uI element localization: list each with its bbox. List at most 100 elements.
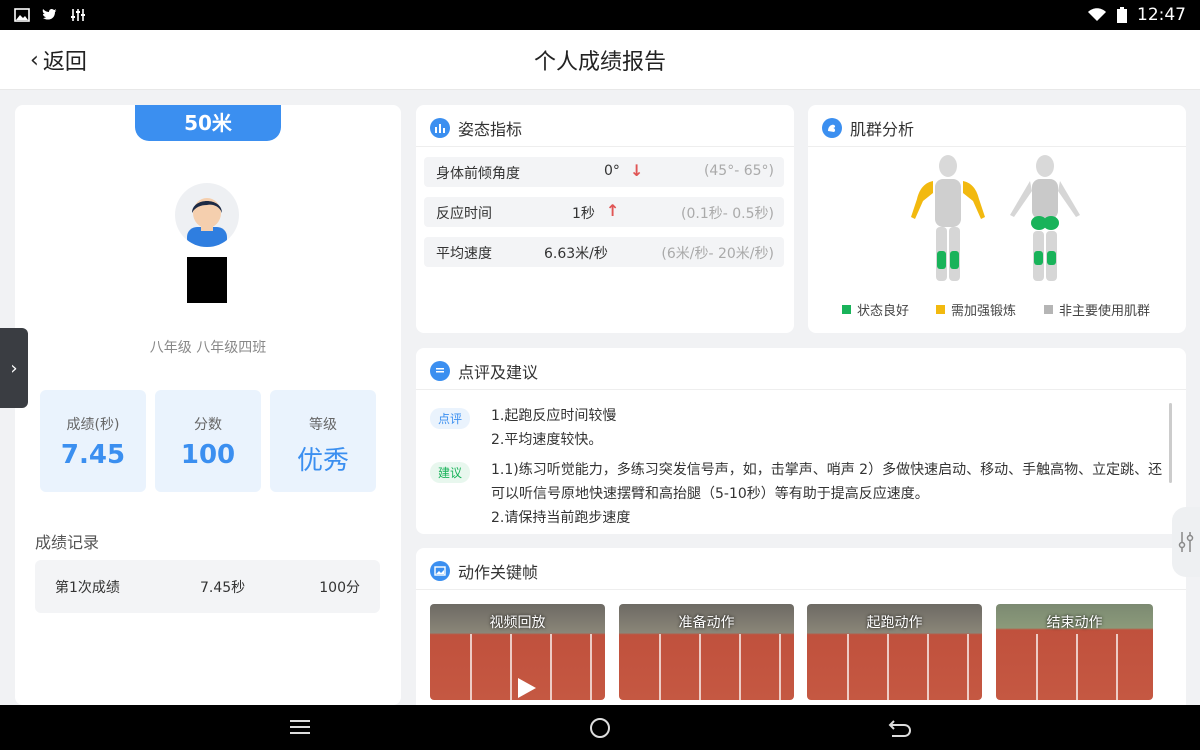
body-back-figure [1010,155,1080,281]
posture-label: 平均速度 [436,246,492,262]
posture-value: 1秒 [572,206,595,222]
record-row[interactable]: 第1次成绩 7.45秒 100分 [35,560,380,613]
stat-value: 100 [180,440,236,470]
review-line: 2.平均速度较快。 [491,432,603,448]
legend-swatch [936,305,945,314]
advice-tag: 建议 [430,462,471,483]
keyframe-finish[interactable]: 结束动作 [996,604,1153,700]
posture-label: 反应时间 [436,206,492,222]
muscle-title-text: 肌群分析 [850,120,915,139]
equalizer-icon [71,9,85,21]
posture-row: 反应时间 1秒 ↑ (0.1秒- 0.5秒) [424,197,784,227]
divider [808,146,1186,147]
posture-title: 姿态指标 [430,116,522,140]
class-name: 八年级 八年级四班 [149,340,267,356]
legend-label: 需加强锻炼 [951,304,1017,319]
drawer-handle[interactable]: › [0,328,28,408]
keyframe-label: 结束动作 [1046,615,1103,631]
status-bar: 12:47 [0,0,1200,30]
redacted-name [187,257,227,303]
comments-title: 点评及建议 [430,359,538,383]
keyframe-label: 准备动作 [678,615,735,631]
stat-value: 7.45 [60,440,126,470]
advice-line: 1.1)练习听觉能力，多练习突发信号声，如，击掌声、哨声 2）多做快速启动、移动… [491,462,1163,502]
app-header: ‹ 返回 个人成绩报告 [0,30,1200,90]
body-front-figure [911,155,985,281]
floating-tools-handle[interactable] [1172,507,1200,577]
posture-title-text: 姿态指标 [458,120,523,139]
page-title: 个人成绩报告 [533,50,666,75]
image-icon [14,8,30,22]
home-icon[interactable] [589,717,611,739]
keyframes-title-text: 动作关键帧 [458,563,539,582]
keyframe-ready[interactable]: 准备动作 [619,604,794,700]
keyframes-card: 动作关键帧 视频回放 准备动作 起跑动作 结束动作 [416,548,1186,718]
keyframes-title: 动作关键帧 [430,559,538,583]
comments-title-text: 点评及建议 [458,363,539,382]
divider [416,389,1186,390]
record-score: 100分 [319,580,360,596]
event-tab[interactable]: 50米 [135,105,281,141]
posture-value: 0° [604,163,620,179]
chevron-right-icon: › [10,357,18,379]
back-button[interactable]: ‹ 返回 [30,44,87,76]
muscle-card: 肌群分析 状态良好 需加强锻炼 非主要使用肌群 [808,105,1186,333]
posture-range: (45°- 65°) [703,163,774,179]
legend-label: 状态良好 [857,304,910,319]
wifi-icon [1088,8,1106,21]
stat-time: 成绩(秒) 7.45 [40,390,146,492]
muscle-title: 肌群分析 [822,116,914,140]
avatar [175,183,239,247]
advice-text: 1.1)练习听觉能力，多练习突发信号声，如，击掌声、哨声 2）多做快速启动、移动… [491,458,1166,530]
profile-card: 50米 八年级 八年级四班 成绩(秒) 7.45 分数 100 等级 优秀 成绩… [15,105,401,705]
stat-value: 优秀 [296,446,349,476]
legend-weak: 需加强锻炼 [936,300,1016,319]
menu-icon[interactable] [289,719,311,735]
stat-label: 等级 [309,417,337,433]
arrow-down-icon: ↓ [630,161,644,180]
arrow-up-icon: ↑ [606,201,620,220]
posture-value: 6.63米/秒 [544,246,608,262]
sliders-icon [1178,532,1194,552]
muscle-icon [822,118,842,138]
legend-good: 状态良好 [842,300,909,319]
record-time: 7.45秒 [200,580,246,596]
posture-row: 平均速度 6.63米/秒 (6米/秒- 20米/秒) [424,237,784,267]
records-title: 成绩记录 [35,533,100,552]
back-label: 返回 [42,50,87,75]
review-text: 1.起跑反应时间较慢 2.平均速度较快。 [491,404,1166,452]
comments-scrollbar[interactable] [1169,403,1172,483]
stat-label: 成绩(秒) [66,417,120,433]
play-icon[interactable] [514,676,538,700]
advice-line: 2.请保持当前跑步速度 [491,510,631,526]
legend-swatch [1044,305,1053,314]
posture-card: 姿态指标 身体前倾角度 0° ↓ (45°- 65°) 反应时间 1秒 ↑ (0… [416,105,794,333]
keyframe-start[interactable]: 起跑动作 [807,604,982,700]
student-avatar-icon [187,198,227,247]
legend-unused: 非主要使用肌群 [1044,300,1150,319]
stat-label: 分数 [194,417,222,433]
battery-icon [1117,7,1127,23]
stat-score: 分数 100 [155,390,261,492]
posture-label: 身体前倾角度 [436,166,520,182]
posture-range: (6米/秒- 20米/秒) [661,246,774,262]
stat-grade: 等级 优秀 [270,390,376,492]
record-name: 第1次成绩 [55,580,120,596]
image-frame-icon [430,561,450,581]
divider [416,146,794,147]
clock: 12:47 [1137,5,1186,25]
legend-swatch [842,305,851,314]
keyframe-label: 视频回放 [489,615,546,631]
review-tag: 点评 [430,408,471,429]
keyframe-label: 起跑动作 [866,615,923,631]
keyframe-video-replay[interactable]: 视频回放 [430,604,605,700]
comments-card: 点评及建议 点评 1.起跑反应时间较慢 2.平均速度较快。 建议 1.1)练习听… [416,348,1186,534]
legend-label: 非主要使用肌群 [1059,304,1151,319]
back-nav-icon[interactable] [888,718,912,738]
posture-range: (0.1秒- 0.5秒) [681,206,774,222]
divider [416,589,1186,590]
review-line: 1.起跑反应时间较慢 [491,408,617,424]
posture-row: 身体前倾角度 0° ↓ (45°- 65°) [424,157,784,187]
bar-chart-icon [430,118,450,138]
chevron-left-icon: ‹ [30,47,39,73]
